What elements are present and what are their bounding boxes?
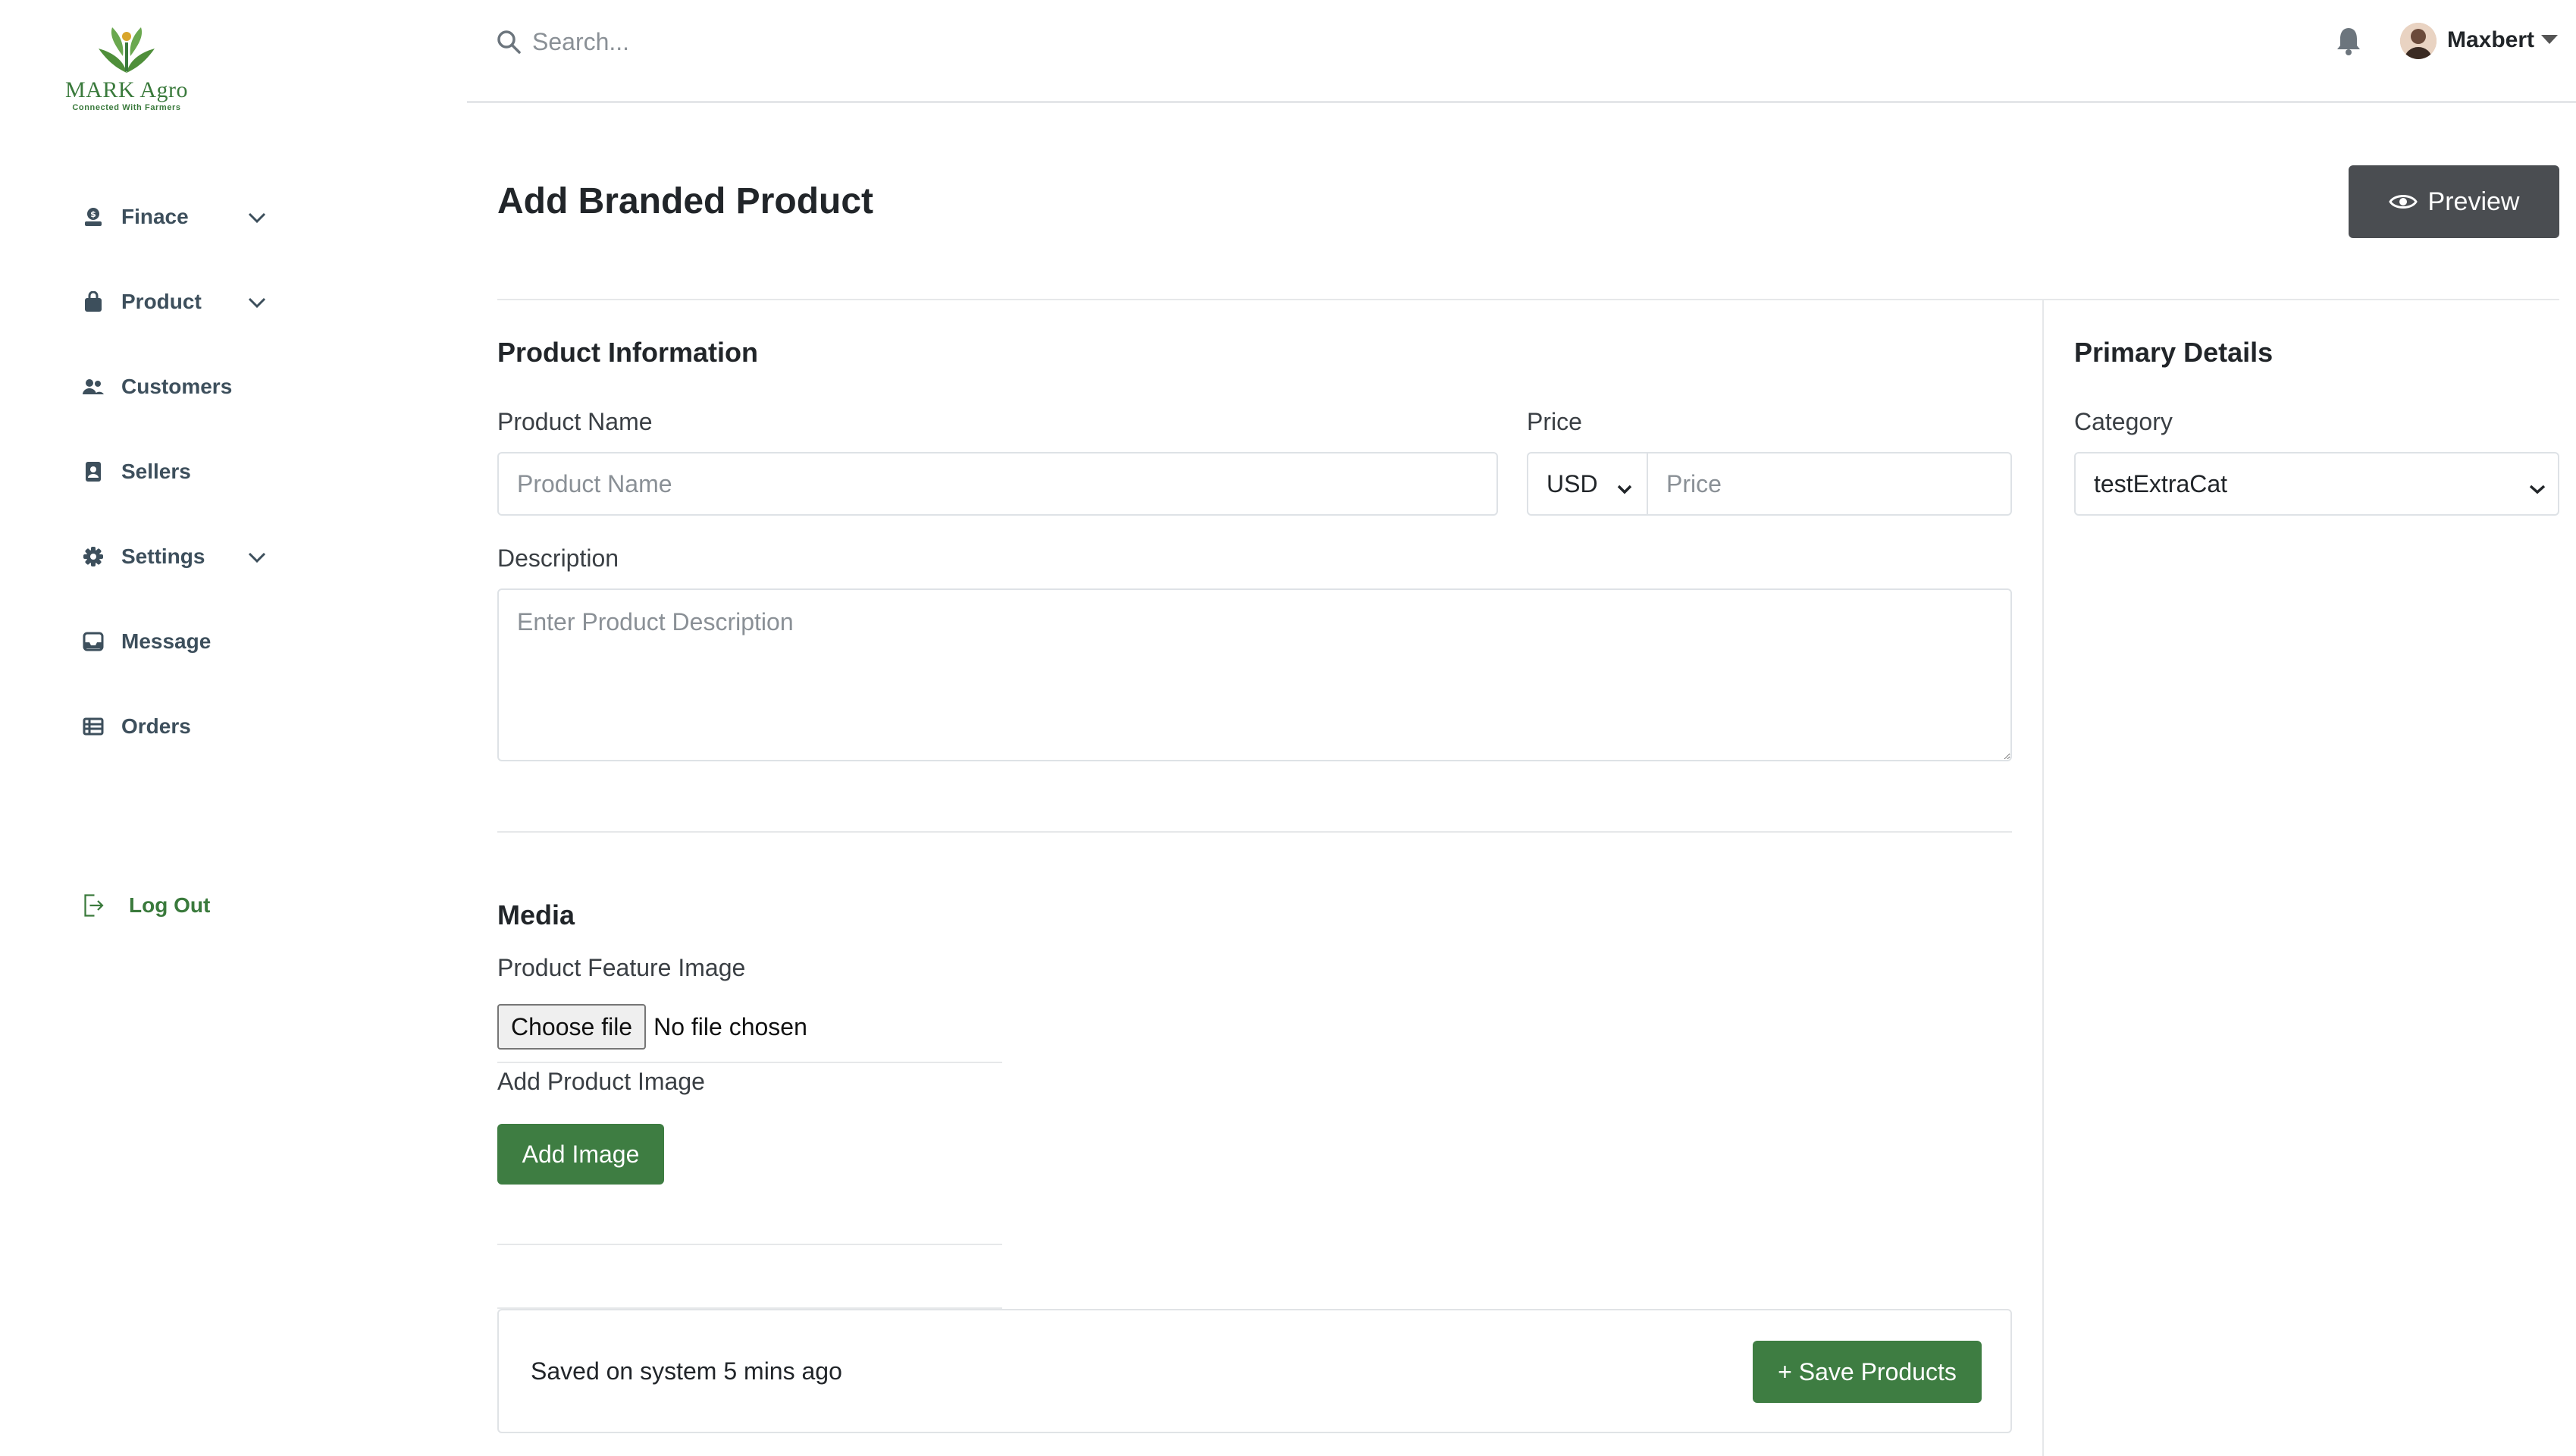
brand-tagline: Connected With Farmers	[72, 103, 181, 112]
divider	[497, 1244, 1002, 1245]
page-title: Add Branded Product	[497, 181, 874, 221]
search-input[interactable]	[532, 27, 987, 56]
chevron-down-icon[interactable]	[246, 291, 268, 314]
add-image-button[interactable]: Add Image	[497, 1124, 664, 1185]
topbar: Maxbert	[467, 0, 2576, 103]
section-title-media: Media	[497, 899, 575, 930]
section-title-product-info: Product Information	[497, 337, 758, 368]
feature-image-file-input[interactable]: Choose file No file chosen	[497, 1004, 807, 1050]
logout-label: Log Out	[129, 893, 211, 917]
sidebar-item-settings[interactable]: Settings	[82, 538, 279, 575]
save-status-text: Saved on system 5 mins ago	[531, 1357, 842, 1385]
feature-image-label: Product Feature Image	[497, 954, 746, 981]
sidebar-item-customers[interactable]: Customers	[82, 369, 279, 405]
eye-icon	[2388, 192, 2418, 212]
sidebar-item-label: Sellers	[121, 460, 191, 483]
column-divider	[2042, 300, 2044, 1456]
sidebar-item-label: Customers	[121, 375, 233, 398]
chevron-down-icon[interactable]	[246, 206, 268, 229]
avatar[interactable]	[2400, 23, 2437, 59]
chevron-down-icon	[1616, 473, 1633, 501]
logout-icon	[82, 894, 105, 917]
chevron-down-icon	[2527, 473, 2547, 501]
preview-button[interactable]: Preview	[2349, 165, 2559, 238]
divider	[497, 1062, 1002, 1063]
file-status: No file chosen	[653, 1012, 807, 1040]
sidebar-item-finance[interactable]: $ Finace	[82, 199, 279, 235]
brand-name: MARK Agro	[64, 77, 188, 102]
product-name-input[interactable]	[497, 452, 1498, 516]
search-bar	[496, 23, 1026, 61]
divider	[497, 299, 2559, 300]
price-label: Price	[1527, 408, 1582, 435]
price-input[interactable]	[1647, 452, 2012, 516]
preview-label: Preview	[2427, 187, 2520, 216]
choose-file-button[interactable]: Choose file	[497, 1004, 647, 1050]
id-card-icon	[82, 460, 105, 483]
bag-icon	[82, 290, 105, 313]
leaf-logo-icon	[99, 27, 155, 73]
logout-link[interactable]: Log Out	[82, 887, 279, 924]
divider	[497, 831, 2012, 833]
caret-down-icon[interactable]	[2541, 35, 2558, 44]
description-textarea[interactable]	[497, 588, 2012, 761]
table-list-icon	[82, 715, 105, 738]
sidebar-item-label: Settings	[121, 544, 205, 568]
brand-logo[interactable]: MARK Agro Connected With Farmers	[55, 26, 199, 117]
search-icon	[496, 28, 523, 55]
category-value: testExtraCat	[2094, 469, 2228, 497]
users-icon	[82, 375, 105, 398]
sidebar-item-label: Orders	[121, 714, 191, 738]
save-products-button[interactable]: + Save Products	[1753, 1341, 1982, 1403]
sidebar-item-label: Message	[121, 629, 212, 653]
section-title-primary-details: Primary Details	[2074, 337, 2274, 368]
sidebar-item-message[interactable]: Message	[82, 623, 279, 660]
chevron-down-icon[interactable]	[246, 546, 268, 569]
save-bar: Saved on system 5 mins ago + Save Produc…	[497, 1309, 2012, 1433]
finance-icon: $	[82, 206, 105, 228]
sidebar-item-label: Product	[121, 290, 202, 313]
bell-icon[interactable]	[2335, 26, 2362, 56]
sidebar-item-product[interactable]: Product	[82, 284, 279, 320]
sidebar-item-sellers[interactable]: Sellers	[82, 453, 279, 490]
sidebar: MARK Agro Connected With Farmers $ Finac…	[0, 0, 467, 1456]
add-product-image-label: Add Product Image	[497, 1068, 705, 1095]
gear-icon	[82, 545, 105, 568]
user-name[interactable]: Maxbert	[2447, 27, 2534, 53]
sidebar-item-orders[interactable]: Orders	[82, 708, 279, 745]
inbox-icon	[82, 630, 105, 653]
svg-text:$: $	[90, 209, 96, 219]
category-label: Category	[2074, 408, 2173, 435]
category-select[interactable]: testExtraCat	[2074, 452, 2559, 516]
currency-select[interactable]: USD	[1527, 452, 1648, 516]
description-label: Description	[497, 544, 619, 572]
product-name-label: Product Name	[497, 408, 653, 435]
sidebar-item-label: Finace	[121, 205, 189, 228]
currency-value: USD	[1547, 469, 1598, 497]
